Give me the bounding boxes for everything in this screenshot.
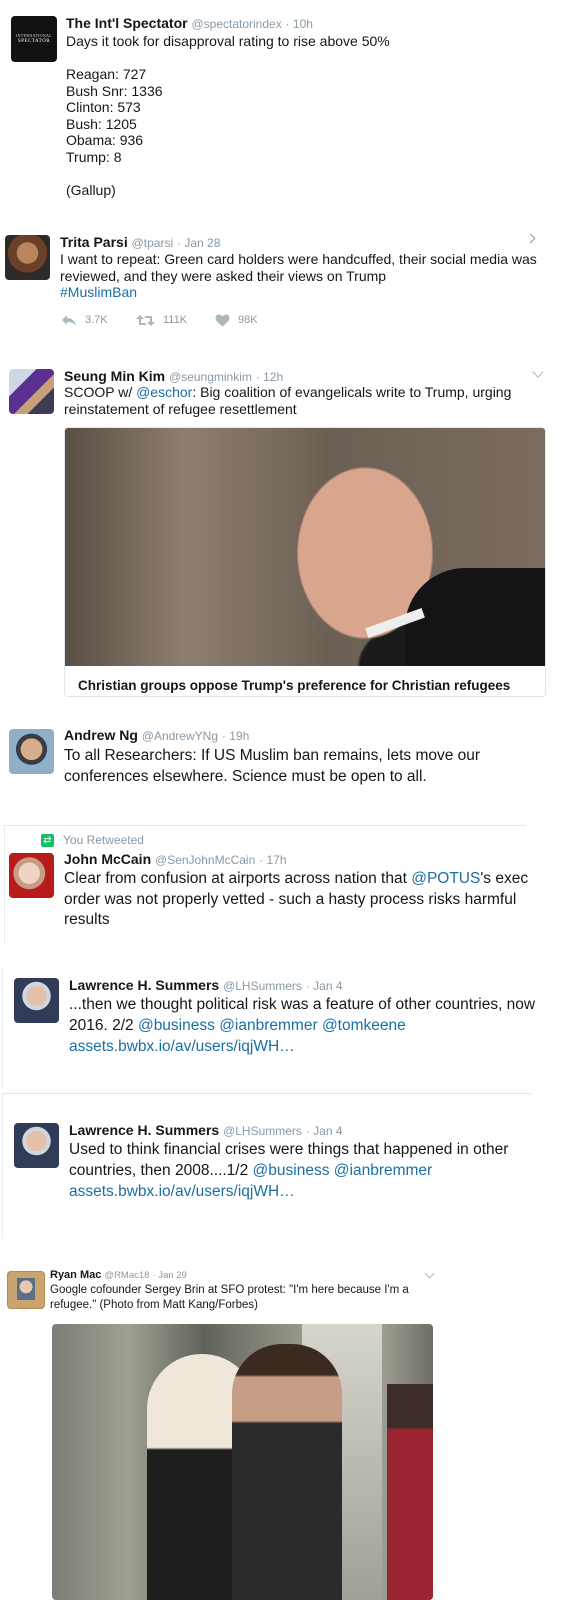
user-handle[interactable]: @LHSummers xyxy=(223,979,302,993)
photo-person xyxy=(387,1384,433,1600)
like-count: 98K xyxy=(238,314,258,326)
avatar[interactable] xyxy=(7,1271,45,1309)
mention-link[interactable]: @eschor xyxy=(136,384,192,400)
timestamp[interactable]: · Jan 4 xyxy=(306,1124,343,1138)
divider xyxy=(2,1093,532,1094)
divider xyxy=(4,825,526,826)
text-line: Days it took for disapproval rating to r… xyxy=(66,33,390,49)
text-line: Bush Snr: 1336 xyxy=(66,82,163,99)
tweet-lhsummers-2[interactable]: Lawrence H. Summers @LHSummers · Jan 4 .… xyxy=(0,970,562,1090)
url-link[interactable]: assets.bwbx.io/av/users/iqjWH… xyxy=(69,1038,295,1055)
user-name[interactable]: John McCain xyxy=(64,851,151,867)
tweet-tparsi[interactable]: Trita Parsi @tparsi · Jan 28 I want to r… xyxy=(0,225,562,345)
timestamp[interactable]: · 19h xyxy=(222,729,249,743)
text-line: Trump: 8 xyxy=(66,148,122,165)
reply-icon xyxy=(62,314,76,326)
tweet-lhsummers-1[interactable]: Lawrence H. Summers @LHSummers · Jan 4 U… xyxy=(0,1115,562,1235)
avatar[interactable] xyxy=(14,978,59,1023)
user-handle[interactable]: @AndrewYNg xyxy=(142,729,218,743)
timestamp[interactable]: · 10h xyxy=(286,17,313,31)
user-name[interactable]: Trita Parsi xyxy=(60,234,128,250)
retweet-count: 111K xyxy=(163,314,188,326)
retweet-icon xyxy=(136,314,155,326)
avatar-photo xyxy=(17,1278,35,1300)
text-line: Clinton: 573 xyxy=(66,99,141,115)
mention-link[interactable]: @business xyxy=(253,1162,330,1179)
user-name[interactable]: Lawrence H. Summers xyxy=(69,977,219,993)
avatar-text: SPECTATOR xyxy=(17,39,51,44)
tweet-spectatorindex[interactable]: INTERNATIONAL SPECTATOR The Int'l Specta… xyxy=(0,0,562,210)
user-handle[interactable]: @spectatorindex xyxy=(191,17,281,31)
timestamp[interactable]: · 17h xyxy=(259,853,286,867)
timestamp[interactable]: · Jan 29 xyxy=(153,1270,187,1281)
photo-person xyxy=(232,1344,342,1600)
mention-link[interactable]: @business xyxy=(138,1017,215,1034)
user-handle[interactable]: @LHSummers xyxy=(223,1124,302,1138)
link-card[interactable]: Christian groups oppose Trump's preferen… xyxy=(64,427,546,697)
mention-link[interactable]: @ianbremmer xyxy=(334,1162,432,1179)
card-image xyxy=(65,428,545,666)
like-button[interactable]: 98K xyxy=(215,311,258,329)
tweet-text: To all Researchers: If US Muslim ban rem… xyxy=(64,747,481,785)
card-title[interactable]: Christian groups oppose Trump's preferen… xyxy=(78,678,510,693)
text-line: Bush: 1205 xyxy=(66,115,137,132)
mention-link[interactable]: @tomkeene xyxy=(322,1017,406,1034)
avatar[interactable]: INTERNATIONAL SPECTATOR xyxy=(11,16,57,62)
card-image-shadow xyxy=(405,568,545,666)
text-line xyxy=(66,50,536,67)
retweet-button[interactable]: 111K xyxy=(136,311,187,329)
user-name[interactable]: The Int'l Spectator xyxy=(66,15,188,31)
reply-count: 3.7K xyxy=(85,314,108,326)
tweet-senjohnmccain[interactable]: ⇄ You Retweeted John McCain @SenJohnMcCa… xyxy=(0,828,562,948)
avatar[interactable] xyxy=(5,235,50,280)
user-name[interactable]: Lawrence H. Summers xyxy=(69,1122,219,1138)
tweet-andrewyng[interactable]: Andrew Ng @AndrewYNg · 19h To all Resear… xyxy=(0,715,562,815)
user-name[interactable]: Ryan Mac xyxy=(50,1269,101,1281)
text-line xyxy=(66,165,536,182)
tweet-text: Clear from confusion at airports across … xyxy=(64,870,412,887)
tweet-photo[interactable] xyxy=(52,1324,433,1600)
chevron-down-icon[interactable] xyxy=(424,1268,435,1279)
timestamp[interactable]: · Jan 4 xyxy=(306,979,343,993)
tweet-text: Days it took for disapproval rating to r… xyxy=(66,33,536,198)
tweet-text: SCOOP w/ xyxy=(64,384,137,400)
text-line: Obama: 936 xyxy=(66,132,144,148)
user-handle[interactable]: @SenJohnMcCain xyxy=(155,853,255,867)
timestamp[interactable]: · Jan 28 xyxy=(177,236,220,250)
user-handle[interactable]: @tparsi xyxy=(132,236,174,250)
text-line: Reagan: 727 xyxy=(66,66,147,82)
retweet-indicator: ⇄ You Retweeted xyxy=(41,833,144,847)
tweet-text: I want to repeat: Green card holders wer… xyxy=(60,251,537,284)
chevron-down-icon[interactable] xyxy=(525,233,536,244)
user-handle[interactable]: @RMac18 xyxy=(104,1270,149,1281)
avatar[interactable] xyxy=(14,1123,59,1168)
mention-link[interactable]: @POTUS xyxy=(411,870,480,887)
user-name[interactable]: Seung Min Kim xyxy=(64,368,165,384)
tweet-text: Google cofounder Sergey Brin at SFO prot… xyxy=(50,1284,409,1311)
hashtag-link[interactable]: #MuslimBan xyxy=(60,284,137,300)
text-line: (Gallup) xyxy=(66,181,116,198)
retweet-icon: ⇄ xyxy=(41,833,54,847)
user-handle[interactable]: @seungminkim xyxy=(169,370,252,384)
heart-icon xyxy=(215,314,230,326)
avatar[interactable] xyxy=(9,853,54,898)
chevron-down-icon[interactable] xyxy=(532,366,544,378)
avatar[interactable] xyxy=(9,729,54,774)
url-link[interactable]: assets.bwbx.io/av/users/iqjWH… xyxy=(69,1183,295,1200)
user-name[interactable]: Andrew Ng xyxy=(64,727,138,743)
reply-button[interactable]: 3.7K xyxy=(61,311,108,329)
mention-link[interactable]: @ianbremmer xyxy=(219,1017,317,1034)
avatar[interactable] xyxy=(9,369,54,414)
tweet-seungminkim[interactable]: Seung Min Kim @seungminkim · 12h SCOOP w… xyxy=(0,355,562,710)
retweet-label: You Retweeted xyxy=(63,833,144,847)
tweet-rmac18[interactable]: Ryan Mac @RMac18 · Jan 29 Google cofound… xyxy=(0,1262,562,1600)
timestamp[interactable]: · 12h xyxy=(256,370,283,384)
avatar-text: INTERNATIONAL xyxy=(16,33,52,38)
